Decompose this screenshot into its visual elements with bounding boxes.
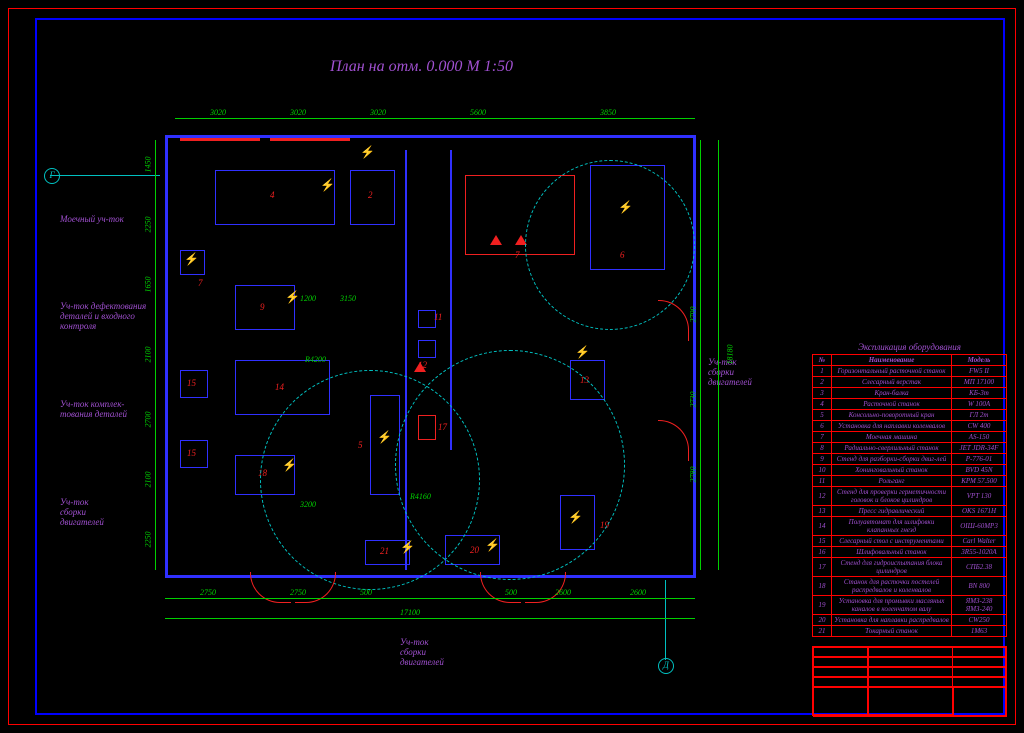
dim-right-2	[700, 140, 701, 570]
eq-9-num: 9	[260, 302, 265, 312]
table-row: 10Хонинговальный станокBVD 45N	[813, 465, 1007, 476]
wall-w	[165, 135, 168, 578]
table-row: 11РольгангКРМ 57.500	[813, 476, 1007, 487]
bolt-icon-4: ⚡	[184, 252, 199, 267]
zone-6: Уч-токсборкидвигателей	[400, 638, 444, 668]
bolt-icon-2: ⚡	[360, 145, 375, 160]
wall-accent-2	[270, 138, 350, 141]
db2: 500	[360, 588, 372, 597]
dl3: 1650	[144, 277, 153, 293]
crane-circle-2	[395, 350, 625, 580]
table-row: 1Горизонтальный расточной станокFW5 II	[813, 366, 1007, 377]
table-row: 17Стенд для гидроиспытания блока цилиндр…	[813, 558, 1007, 577]
zone-1: Моечный уч-ток	[60, 215, 124, 225]
axis-line-d	[665, 580, 666, 660]
wall-accent-1	[180, 138, 260, 141]
table-row: 15Слесарный стол с инструментамиCarl Wal…	[813, 536, 1007, 547]
table-row: 4Расточной станокW 100A	[813, 399, 1007, 410]
table-row: 13Пресс гидравлическийOKS 1671H	[813, 506, 1007, 517]
dim-t3: 5600	[470, 108, 486, 117]
wall-s	[165, 575, 695, 578]
zone-3: Уч-ток комплек-тования деталей	[60, 400, 127, 420]
table-row: 20Установка для наплавки распредваловCW2…	[813, 615, 1007, 626]
zone-4: Уч-токсборкидвигателей	[60, 498, 104, 528]
dim-t1: 3020	[290, 108, 306, 117]
bolt-icon: ⚡	[320, 178, 335, 193]
table-row: 12Стенд для проверки герметичности голов…	[813, 487, 1007, 506]
table-caption: Экспликация оборудования	[812, 342, 1007, 352]
th-model: Модель	[952, 355, 1007, 366]
table-row: 6Установка для наплавки коленваловCW 400	[813, 421, 1007, 432]
dl6: 2100	[144, 472, 153, 488]
th-num: №	[813, 355, 832, 366]
bolt-icon-7: ⚡	[575, 345, 590, 360]
db1: 2750	[290, 588, 306, 597]
table-row: 18Станок для расточки постелей распредва…	[813, 577, 1007, 596]
dl7: 2250	[144, 532, 153, 548]
eq-12	[418, 340, 436, 358]
dm12: 3150	[340, 294, 356, 303]
db4: 500	[505, 588, 517, 597]
equipment-table: Экспликация оборудования № Наименование …	[812, 342, 1007, 637]
drawing-title: План на отм. 0.000 М 1:50	[330, 58, 513, 76]
dm11: 1200	[300, 294, 316, 303]
table-row: 3Кран-балкаКБ-3m	[813, 388, 1007, 399]
title-block	[812, 646, 1007, 716]
table-row: 9Стенд для разборки-сборки двиг-лейP-776…	[813, 454, 1007, 465]
db5: 2600	[555, 588, 571, 597]
zone-2: Уч-ток дефектованиядеталей и входногокон…	[60, 302, 146, 332]
wall-e	[693, 135, 696, 578]
axis-d: Д	[658, 658, 674, 674]
dim-top	[175, 118, 695, 119]
th-name: Наименование	[832, 355, 952, 366]
table-row: 8Радиально-сверлильный станокJET JDR-34F	[813, 443, 1007, 454]
eq-7-num: 7	[515, 250, 520, 260]
axis-g: Г	[44, 168, 60, 184]
table-row: 7Моечная машинаAS-150	[813, 432, 1007, 443]
table-row: 21Токарный станок1М63	[813, 626, 1007, 637]
bolt-icon-5: ⚡	[285, 290, 300, 305]
dl4: 2100	[144, 347, 153, 363]
dl2: 2250	[144, 217, 153, 233]
eq-2-num: 2	[368, 190, 373, 200]
db0: 2750	[200, 588, 216, 597]
eq-11-num: 11	[434, 312, 442, 322]
axis-line-g	[50, 175, 160, 176]
table-row: 5Консольно-поворотный кранГЛ 2m	[813, 410, 1007, 421]
dim-t2: 3020	[370, 108, 386, 117]
dim-right	[718, 140, 719, 570]
table-row: 14Полуавтомат для шлифовки клапанных гне…	[813, 517, 1007, 536]
dim-t4: 3850	[600, 108, 616, 117]
table-row: 2Слесарный верстакМП 17100	[813, 377, 1007, 388]
dr-total: 18180	[726, 345, 735, 365]
dl5: 2700	[144, 412, 153, 428]
triangle-icon	[490, 235, 502, 245]
eq-15b-num: 15	[187, 448, 196, 458]
triangle-icon-3	[414, 362, 426, 372]
dm25: 3200	[300, 500, 316, 509]
eq-14-num: 14	[275, 382, 284, 392]
db-total: 17100	[400, 608, 420, 617]
dr3: 2780	[689, 467, 698, 483]
eq-4	[215, 170, 335, 225]
table-row: 19Установка для промывки масляных канало…	[813, 596, 1007, 615]
eq-15-num: 15	[187, 378, 196, 388]
dim-bottom-1	[165, 598, 695, 599]
table-row: 16Шлифовальный станок3R55-1020A	[813, 547, 1007, 558]
dim-bottom-2	[165, 618, 695, 619]
table: № Наименование Модель 1Горизонтальный ра…	[812, 354, 1007, 637]
dm23: R4200	[305, 355, 326, 364]
dm24: R4160	[410, 492, 431, 501]
eq-7b-num: 7	[198, 278, 203, 288]
db6: 2600	[630, 588, 646, 597]
dl1: 1450	[144, 157, 153, 173]
dim-t0: 3020	[210, 108, 226, 117]
dr1: 2790	[689, 307, 698, 323]
eq-4-num: 4	[270, 190, 275, 200]
dim-left	[155, 140, 156, 570]
dr2: 2730	[689, 392, 698, 408]
